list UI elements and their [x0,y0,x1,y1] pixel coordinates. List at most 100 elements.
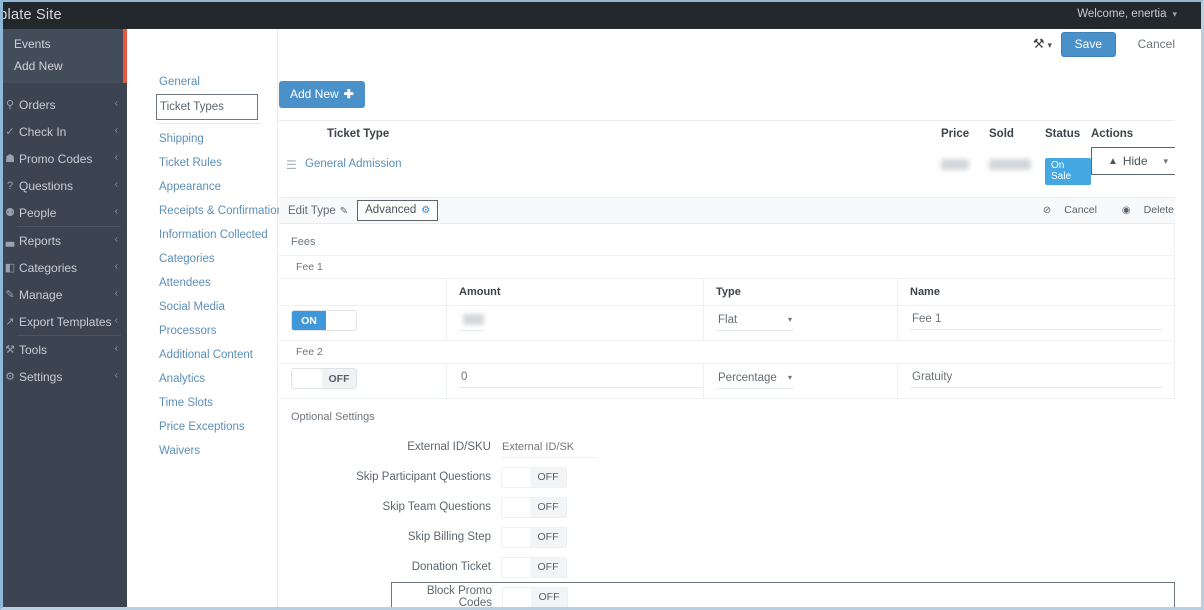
sidebar-item-add-new[interactable]: Add New [3,55,127,77]
fee-2-name-input[interactable]: Gratuity [910,368,1164,388]
donation-ticket-toggle[interactable]: OFF [501,556,567,578]
cart-icon: ⚲ [5,99,15,111]
sidebar-item-orders[interactable]: ⚲ Orders ‹ [3,91,127,118]
tab-edit-type[interactable]: Edit Type ✎ [288,205,348,217]
settings-nav-receipts-confirmations[interactable]: Receipts & Confirmations [130,199,289,223]
col-header-type: Type [716,286,741,298]
chevron-left-icon: ‹ [114,234,118,245]
site-title[interactable]: mplate Site [3,7,62,23]
redacted-sold [989,159,1031,171]
block-promo-codes-toggle[interactable]: OFF [502,586,568,607]
add-new-ticket-button[interactable]: Add New ✚ [279,81,365,108]
skip-participant-questions-toggle[interactable]: OFF [501,466,567,488]
sidebar-item-tools[interactable]: ⚒ Tools ‹ [3,336,127,363]
fee-1-amount-input[interactable] [459,311,484,331]
sidebar-item-events[interactable]: Events [3,33,127,55]
col-header-sold: Sold [989,128,1014,140]
sidebar-item-reports[interactable]: ▃ Reports ‹ [3,227,127,254]
save-button[interactable]: Save [1060,32,1116,57]
gear-icon: ⚙ [421,205,431,216]
tab-advanced-label: Advanced [365,204,417,216]
pencil-icon: ✎ [5,289,15,301]
donation-ticket-state: OFF [530,557,566,577]
optional-row-block-promo-codes[interactable]: Block Promo Codes OFF [391,582,1175,607]
optional-settings-label: Optional Settings [291,411,375,423]
fee-1-enabled-toggle[interactable]: ON [291,310,357,331]
check-icon: ✓ [5,126,15,138]
tag-icon: ☗ [5,153,15,165]
export-icon: ↗ [5,316,15,328]
sidebar-item-export-templates[interactable]: ↗ Export Templates ‹ [3,308,127,335]
ticket-types-table: Ticket Type Price Sold Status Actions ☰ … [279,120,1175,198]
sidebar-item-promo-codes[interactable]: ☗ Promo Codes ‹ [3,145,127,172]
chevron-left-icon: ‹ [114,125,118,136]
sidebar-item-categories[interactable]: ◧ Categories ‹ [3,254,127,281]
bar-chart-icon: ▃ [5,235,15,247]
fee-2-type-select[interactable]: Percentage ▾ [716,369,794,389]
col-header-ticket-type: Ticket Type [327,128,390,140]
skip-participant-questions-label: Skip Participant Questions [356,471,491,483]
settings-nav-general[interactable]: General [130,70,277,94]
settings-nav-processors[interactable]: Processors [130,319,277,343]
top-admin-bar: mplate Site Welcome, enertia ▾ [3,2,1201,29]
sidebar-item-label: Categories [19,260,78,275]
settings-nav-price-exceptions[interactable]: Price Exceptions [130,415,277,439]
plus-icon: ✚ [343,87,354,101]
row-delete-button[interactable]: ◉ Delete [1111,204,1174,216]
chevron-left-icon: ‹ [114,370,118,381]
sidebar-item-check-in[interactable]: ✓ Check In ‹ [3,118,127,145]
row-cancel-button[interactable]: ⊘ Cancel [1032,204,1097,216]
skip-team-questions-toggle[interactable]: OFF [501,496,567,518]
skip-billing-step-toggle[interactable]: OFF [501,526,567,548]
settings-nav-analytics[interactable]: Analytics [130,367,277,391]
welcome-user-menu[interactable]: Welcome, enertia ▾ [1077,8,1177,20]
settings-nav-shipping[interactable]: Shipping [130,127,277,151]
optional-row-skip-billing-step: Skip Billing Step OFF [279,522,1175,552]
settings-nav-additional-content[interactable]: Additional Content [130,343,277,367]
col-header-amount: Amount [459,286,501,298]
external-id-input[interactable] [501,437,597,458]
fee-2-enabled-toggle[interactable]: OFF [291,368,357,389]
sidebar-item-label: Settings [19,369,63,384]
settings-nav-waivers[interactable]: Waivers [130,439,277,463]
sidebar-item-settings[interactable]: ⚙ Settings ‹ [3,363,127,390]
ticket-type-name-link[interactable]: General Admission [305,158,941,170]
optional-settings-section: Optional Settings External ID/SKU Skip P… [279,398,1175,607]
fee-1-toggle-label: ON [292,311,326,330]
sidebar-item-questions[interactable]: ? Questions ‹ [3,172,127,199]
sidebar-item-label: Export Templates [19,314,112,329]
settings-nav-information-collected[interactable]: Information Collected [130,223,277,247]
skip-team-questions-state: OFF [530,497,566,517]
col-header-status: Status [1045,128,1081,140]
redacted-fee-amount [463,314,484,325]
settings-nav-social-media[interactable]: Social Media [130,295,277,319]
hide-dropdown-button[interactable]: ▲ Hide ▾ [1091,147,1175,175]
fee-header-grid: Amount Type Name [279,278,1174,305]
settings-nav-categories[interactable]: Categories [130,247,277,271]
sidebar-item-people[interactable]: ⚉ People ‹ [3,199,127,226]
tools-dropdown-button[interactable]: ⚒ ▾ [1033,36,1052,52]
chevron-up-icon: ▲ [1107,155,1118,167]
ticket-sold-value [989,158,1045,171]
fee-2-amount-input[interactable]: 0 [459,368,703,388]
settings-nav-time-slots[interactable]: Time Slots [130,391,277,415]
settings-nav-ticket-types[interactable]: Ticket Types [156,94,258,120]
event-settings-nav: General Ticket Types Shipping Ticket Rules A… [130,29,289,607]
settings-nav-attendees[interactable]: Attendees [130,271,277,295]
table-row: ☰ General Admission On Sale ▲ Hide ▾ [279,147,1175,197]
settings-nav-appearance[interactable]: Appearance [130,175,277,199]
fee-1-type-select[interactable]: Flat ▾ [716,311,794,331]
tab-edit-type-label: Edit Type [288,204,336,217]
settings-nav-ticket-rules[interactable]: Ticket Rules [130,151,277,175]
drag-handle-icon[interactable]: ☰ [279,158,305,172]
chevron-left-icon: ‹ [114,206,118,217]
sidebar-item-manage[interactable]: ✎ Manage ‹ [3,281,127,308]
hide-button-label: Hide [1122,154,1148,168]
fee-1-name-input[interactable]: Fee 1 [910,310,1164,330]
chevron-down-icon: ▾ [787,315,792,324]
main-header: ⚒ ▾ Save Cancel [279,29,1175,70]
chevron-left-icon: ‹ [114,288,118,299]
cancel-link[interactable]: Cancel [1138,37,1175,51]
sidebar-item-label: Reports [19,233,62,248]
tab-advanced[interactable]: Advanced ⚙ [357,200,439,221]
